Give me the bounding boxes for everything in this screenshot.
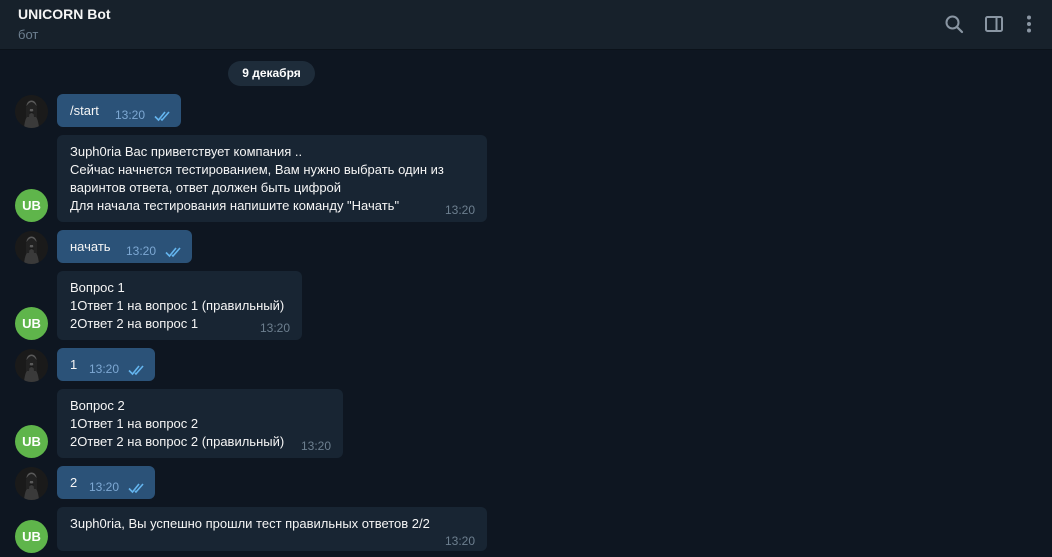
user-avatar[interactable] — [15, 231, 48, 264]
bot-avatar[interactable]: UB — [15, 425, 48, 458]
user-avatar[interactable] — [15, 95, 48, 128]
message-bubble-outgoing[interactable]: начать 13:20 — [57, 230, 192, 263]
message-bubble-incoming[interactable]: Зuph0ria Вас приветствует компания .. Се… — [57, 135, 487, 222]
chat-title[interactable]: UNICORN Bot — [18, 6, 111, 22]
read-check-icon — [154, 109, 173, 127]
message-time: 13:20 — [445, 534, 476, 548]
bot-avatar[interactable]: UB — [15, 189, 48, 222]
message-text: /start — [70, 103, 99, 118]
chat-subtitle: бот — [18, 27, 39, 42]
message-bubble-outgoing[interactable]: /start 13:20 — [57, 94, 181, 127]
user-avatar[interactable] — [15, 349, 48, 382]
search-icon[interactable] — [942, 12, 966, 36]
message-text: начать — [70, 239, 111, 254]
message-text: 2 — [70, 475, 78, 490]
message-time: 13:20 — [445, 203, 476, 217]
date-separator: 9 декабря — [228, 61, 315, 86]
chat-header: UNICORN Bot бот — [0, 0, 1052, 50]
user-avatar[interactable] — [15, 467, 48, 500]
message-time: 13:20 — [260, 321, 291, 335]
message-text: 1 — [70, 357, 78, 372]
read-check-icon — [128, 363, 147, 381]
bot-avatar[interactable]: UB — [15, 307, 48, 340]
message-text: Вопрос 1 1Ответ 1 на вопрос 1 (правильны… — [70, 280, 285, 331]
sidebar-toggle-icon[interactable] — [982, 12, 1006, 36]
message-time: 13:20 — [115, 108, 146, 122]
message-bubble-outgoing[interactable]: 1 13:20 — [57, 348, 155, 381]
message-bubble-outgoing[interactable]: 2 13:20 — [57, 466, 155, 499]
bot-avatar[interactable]: UB — [15, 520, 48, 553]
read-check-icon — [165, 245, 184, 263]
message-time: 13:20 — [301, 439, 332, 453]
read-check-icon — [128, 481, 147, 499]
more-vertical-icon[interactable] — [1017, 12, 1041, 36]
chat-window: UNICORN Bot бот 9 декабря /start 13:20 U… — [0, 0, 1052, 557]
message-bubble-incoming[interactable]: Вопрос 1 1Ответ 1 на вопрос 1 (правильны… — [57, 271, 302, 340]
message-time: 13:20 — [126, 244, 157, 258]
message-time: 13:20 — [89, 362, 120, 376]
message-text: Зuph0ria Вас приветствует компания .. Се… — [70, 144, 444, 213]
message-bubble-incoming[interactable]: Вопрос 2 1Ответ 1 на вопрос 2 2Ответ 2 н… — [57, 389, 343, 458]
message-text: Вопрос 2 1Ответ 1 на вопрос 2 2Ответ 2 н… — [70, 398, 285, 449]
message-time: 13:20 — [89, 480, 120, 494]
message-text: Зuph0ria, Вы успешно прошли тест правиль… — [70, 516, 430, 531]
message-bubble-incoming[interactable]: Зuph0ria, Вы успешно прошли тест правиль… — [57, 507, 487, 551]
